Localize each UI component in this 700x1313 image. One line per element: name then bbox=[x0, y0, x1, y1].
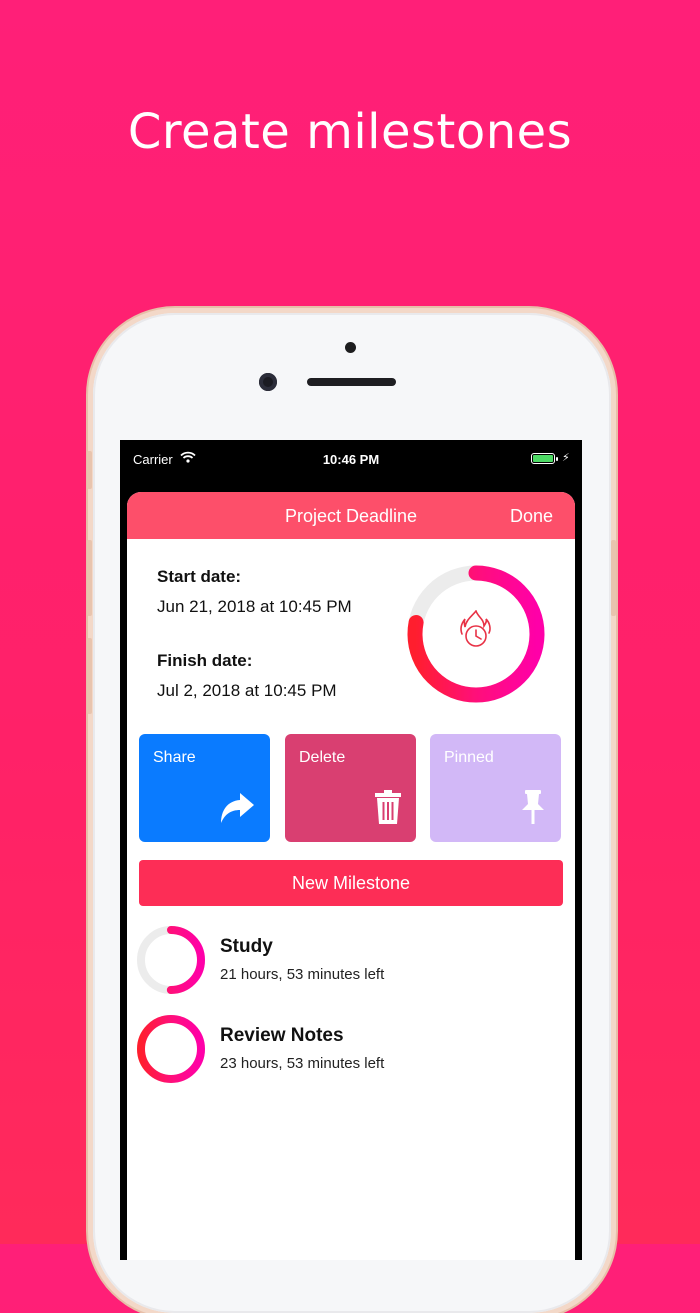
proximity-sensor bbox=[345, 342, 356, 353]
done-button[interactable]: Done bbox=[510, 506, 553, 527]
front-camera bbox=[259, 373, 277, 391]
battery-icon bbox=[531, 453, 558, 464]
milestone-row[interactable]: Review Notes 23 hours, 53 minutes left bbox=[127, 1013, 575, 1089]
pinned-label: Pinned bbox=[444, 749, 494, 766]
finish-date-label: Finish date: bbox=[157, 651, 253, 670]
clock: 10:46 PM bbox=[322, 452, 380, 467]
delete-tile[interactable]: Delete bbox=[285, 734, 416, 842]
new-milestone-button[interactable]: New Milestone bbox=[139, 860, 563, 906]
side-button-power bbox=[611, 540, 616, 616]
milestone-time-left: 23 hours, 53 minutes left bbox=[220, 1055, 385, 1072]
trash-icon bbox=[374, 789, 402, 830]
deadline-progress-ring bbox=[402, 560, 550, 708]
share-label: Share bbox=[153, 749, 196, 766]
pin-icon bbox=[519, 789, 547, 830]
share-tile[interactable]: Share bbox=[139, 734, 270, 842]
earpiece-speaker bbox=[307, 378, 396, 386]
milestone-title: Review Notes bbox=[220, 1025, 344, 1046]
milestone-title: Study bbox=[220, 936, 273, 957]
nav-bar: Project Deadline Done bbox=[127, 492, 575, 539]
start-date-label: Start date: bbox=[157, 567, 242, 586]
milestone-time-left: 21 hours, 53 minutes left bbox=[220, 966, 385, 983]
side-button-volume-down bbox=[87, 638, 92, 714]
screen: Carrier 10:46 PM ⚡ Project Deadline Done… bbox=[120, 440, 582, 1260]
headline: Create milestones bbox=[127, 104, 573, 160]
share-arrow-icon bbox=[218, 791, 256, 830]
status-bar: Carrier 10:46 PM ⚡ bbox=[120, 440, 582, 480]
finish-date-value: Jul 2, 2018 at 10:45 PM bbox=[157, 681, 337, 700]
side-button-mute bbox=[87, 451, 92, 489]
milestone-progress-ring bbox=[135, 924, 207, 996]
detail-sheet: Project Deadline Done Start date: Jun 21… bbox=[127, 492, 575, 1260]
start-date-value: Jun 21, 2018 at 10:45 PM bbox=[157, 597, 352, 616]
milestone-progress-ring bbox=[135, 1013, 207, 1085]
delete-label: Delete bbox=[299, 749, 346, 766]
side-button-volume-up bbox=[87, 540, 92, 616]
milestone-row[interactable]: Study 21 hours, 53 minutes left bbox=[127, 924, 575, 1000]
charging-bolt-icon: ⚡ bbox=[562, 452, 570, 464]
pinned-tile[interactable]: Pinned bbox=[430, 734, 561, 842]
nav-title: Project Deadline bbox=[284, 506, 418, 526]
flame-clock-icon bbox=[457, 608, 495, 655]
